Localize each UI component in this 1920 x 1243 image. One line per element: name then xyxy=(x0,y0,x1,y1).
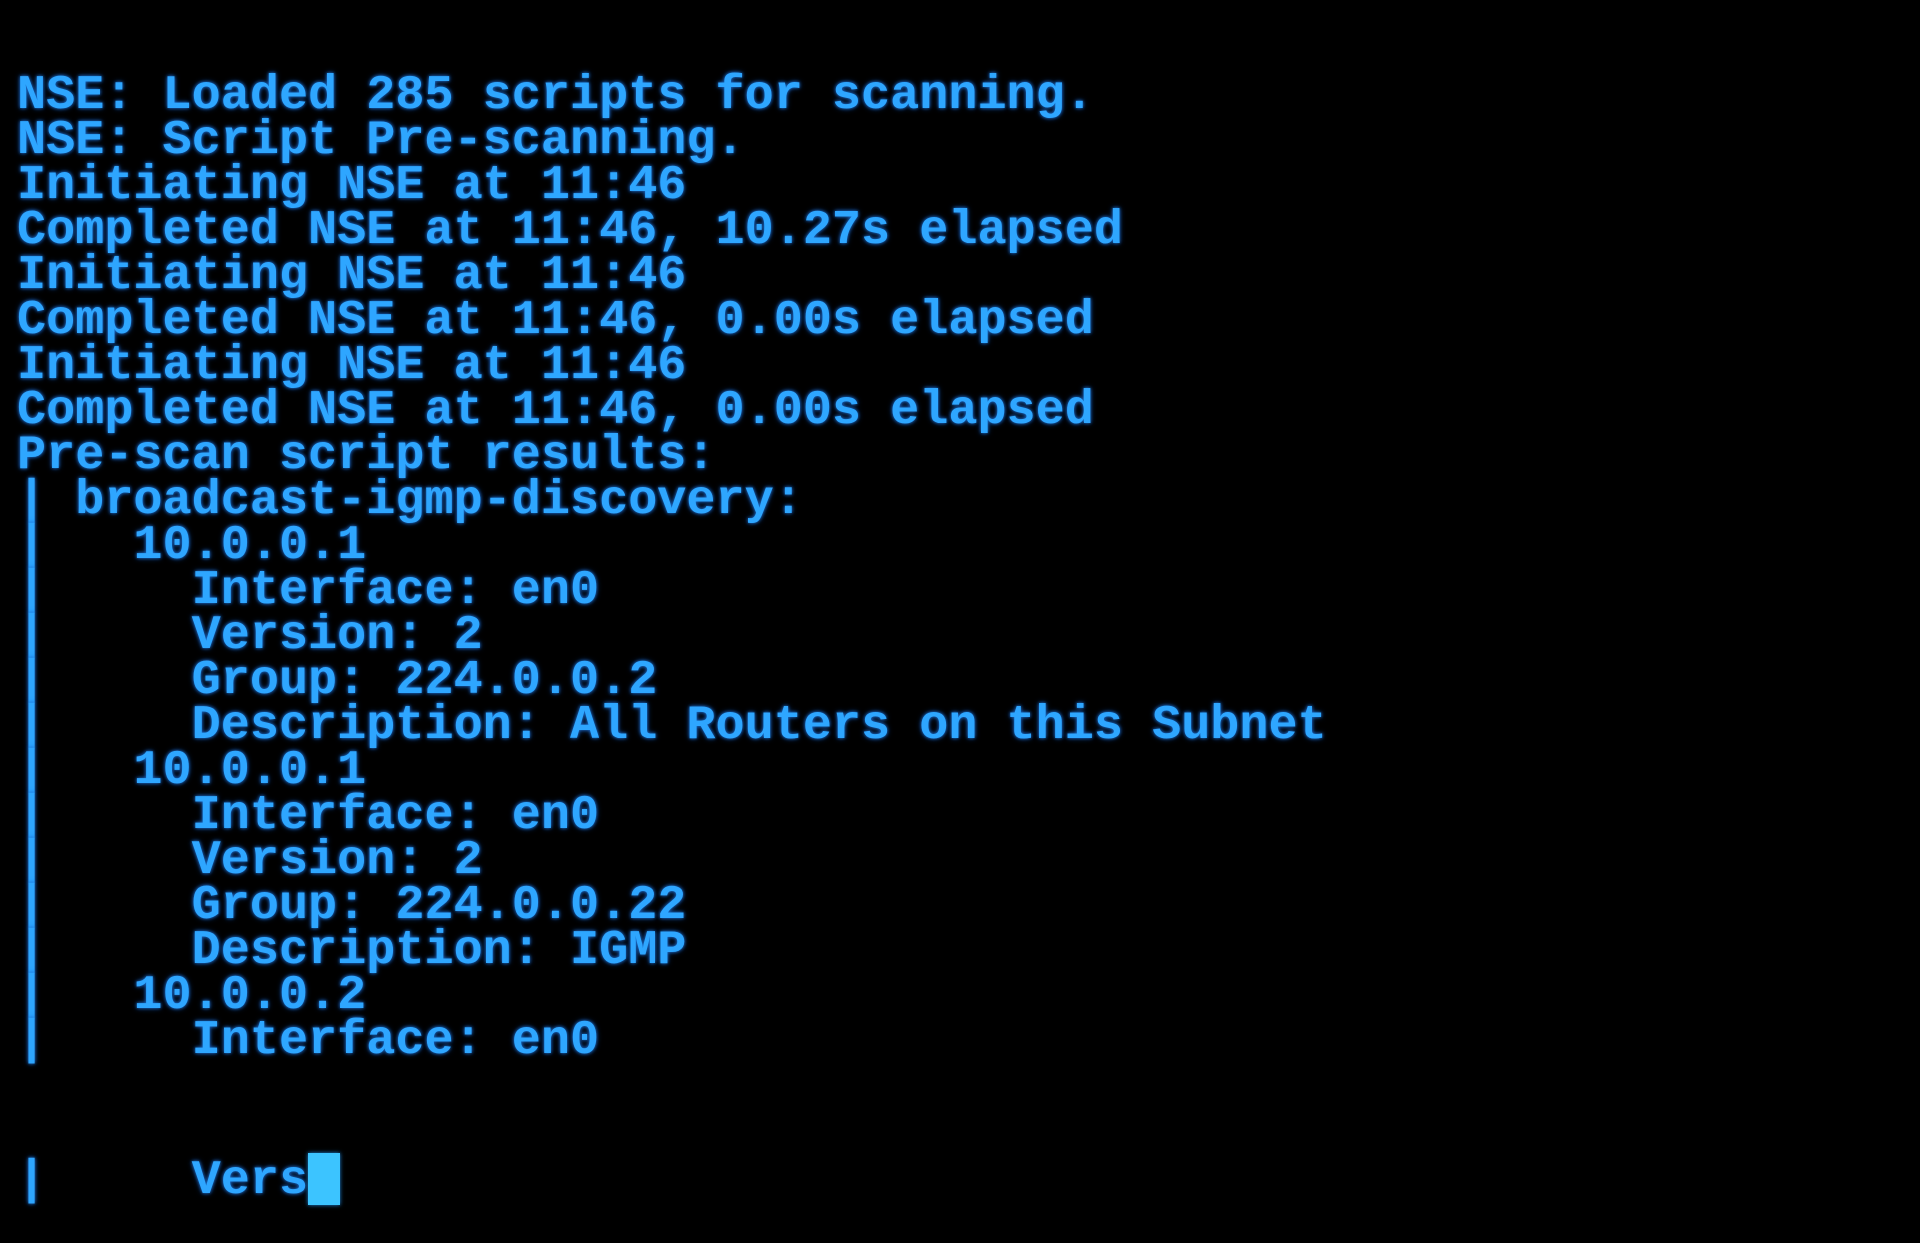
terminal-line: NSE: Script Pre-scanning. xyxy=(17,113,745,168)
terminal-line: | 10.0.0.1 xyxy=(17,518,367,573)
terminal-line: | 10.0.0.1 xyxy=(17,743,367,798)
terminal-line: | Description: All Routers on this Subne… xyxy=(17,698,1327,753)
terminal-line: Completed NSE at 11:46, 10.27s elapsed xyxy=(17,203,1123,258)
terminal-line: | Group: 224.0.0.22 xyxy=(17,878,687,933)
terminal-line: Pre-scan script results: xyxy=(17,428,716,483)
terminal-line: | broadcast-igmp-discovery: xyxy=(17,473,803,528)
terminal-line: | Version: 2 xyxy=(17,833,483,888)
terminal-current-line: | Vers xyxy=(17,1153,1327,1205)
terminal-output[interactable]: NSE: Loaded 285 scripts for scanning. NSE… xyxy=(17,0,1327,1243)
terminal-line: Initiating NSE at 11:46 xyxy=(17,338,687,393)
terminal-line: | Interface: en0 xyxy=(17,788,600,843)
terminal-lines: NSE: Loaded 285 scripts for scanning. NSE… xyxy=(17,68,1327,1068)
text-cursor xyxy=(308,1153,341,1205)
terminal-line: | Interface: en0 xyxy=(17,563,600,618)
terminal-line: | Version: 2 xyxy=(17,608,483,663)
terminal-line: Initiating NSE at 11:46 xyxy=(17,248,687,303)
terminal-line: | Description: IGMP xyxy=(17,923,687,978)
terminal-line: NSE: Loaded 285 scripts for scanning. xyxy=(17,68,1094,123)
terminal-line: Completed NSE at 11:46, 0.00s elapsed xyxy=(17,293,1094,348)
terminal-line: Initiating NSE at 11:46 xyxy=(17,158,687,213)
terminal-line: | Interface: en0 xyxy=(17,1013,600,1068)
terminal-line: | Group: 224.0.0.2 xyxy=(17,653,658,708)
terminal-line: | 10.0.0.2 xyxy=(17,968,367,1023)
terminal-line: Completed NSE at 11:46, 0.00s elapsed xyxy=(17,383,1094,438)
current-line-text: | Vers xyxy=(17,1153,309,1208)
